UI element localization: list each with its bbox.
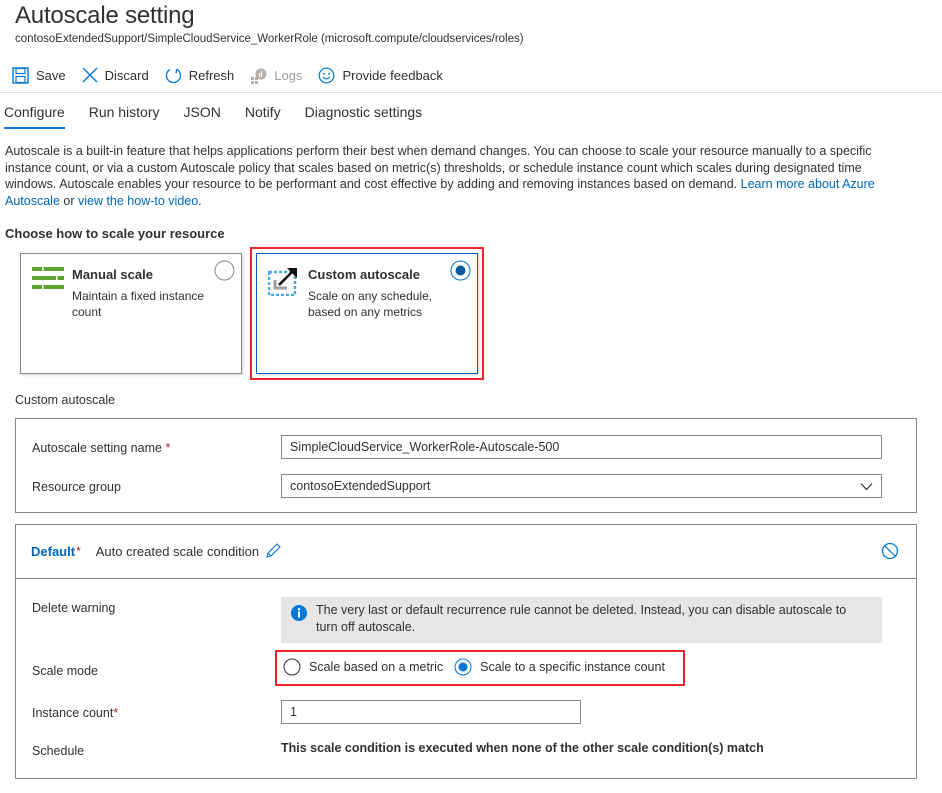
- description-end: .: [198, 193, 202, 208]
- custom-autoscale-radio[interactable]: [450, 260, 471, 281]
- manual-scale-card[interactable]: Manual scale Maintain a fixed instance c…: [20, 253, 242, 374]
- custom-autoscale-description: Scale on any schedule, based on any metr…: [308, 289, 433, 319]
- logs-button[interactable]: Logs: [250, 67, 302, 84]
- resource-group-label: Resource group: [32, 480, 121, 494]
- default-scale-condition: Default * Auto created scale condition D…: [15, 524, 917, 779]
- instance-count-input[interactable]: 1: [281, 700, 581, 724]
- toolbar: Save Discard Refresh Logs Provide feedba…: [12, 62, 459, 88]
- custom-autoscale-card[interactable]: Custom autoscale Scale on any schedule, …: [256, 253, 478, 374]
- tab-json[interactable]: JSON: [184, 100, 221, 130]
- discard-button[interactable]: Discard: [82, 67, 149, 83]
- how-to-video-link[interactable]: view the how-to video: [78, 194, 198, 208]
- feedback-label: Provide feedback: [342, 67, 443, 83]
- condition-required-marker: *: [76, 544, 81, 558]
- condition-header-divider: [16, 578, 916, 579]
- scale-mode-metric-option[interactable]: Scale based on a metric: [283, 658, 443, 676]
- toolbar-divider: [0, 92, 942, 93]
- custom-autoscale-icon: [268, 268, 297, 296]
- manual-scale-radio[interactable]: [214, 260, 235, 281]
- setting-name-label: Autoscale setting name *: [32, 441, 170, 455]
- refresh-icon: [165, 68, 181, 83]
- required-marker: *: [165, 441, 171, 455]
- description-connector: or: [59, 193, 78, 208]
- resource-group-value: contosoExtendedSupport: [290, 479, 431, 493]
- scale-mode-label: Scale mode: [32, 664, 99, 678]
- discard-label: Discard: [104, 67, 149, 83]
- custom-autoscale-title: Custom autoscale: [308, 267, 420, 282]
- save-button[interactable]: Save: [12, 66, 66, 84]
- schedule-label: Schedule: [32, 744, 85, 758]
- pencil-icon[interactable]: [265, 543, 281, 559]
- tab-bar: Configure Run history JSON Notify Diagno…: [4, 100, 446, 130]
- tab-diagnostic-settings[interactable]: Diagnostic settings: [305, 100, 423, 130]
- autoscale-description: Autoscale is a built-in feature that hel…: [5, 143, 885, 209]
- condition-name: Auto created scale condition: [95, 543, 260, 559]
- refresh-label: Refresh: [188, 67, 235, 83]
- scale-mode-radio-group: Scale based on a metric Scale to a speci…: [283, 658, 676, 676]
- autoscale-setting-name-input[interactable]: SimpleCloudService_WorkerRole-Autoscale-…: [281, 435, 882, 459]
- condition-title: Default: [31, 543, 76, 559]
- refresh-button[interactable]: Refresh: [165, 67, 235, 84]
- manual-scale-title: Manual scale: [72, 267, 153, 282]
- logs-label: Logs: [274, 67, 303, 83]
- setting-name-label-text: Autoscale setting name: [32, 441, 162, 455]
- resource-path: contosoExtendedSupport/SimpleCloudServic…: [15, 33, 524, 45]
- manual-scale-description: Maintain a fixed instance count: [72, 289, 205, 319]
- radio-unselected[interactable]: [283, 658, 301, 676]
- feedback-button[interactable]: Provide feedback: [318, 67, 443, 84]
- resource-group-select[interactable]: contosoExtendedSupport: [281, 474, 882, 498]
- delete-warning-info: The very last or default recurrence rule…: [281, 597, 882, 643]
- chevron-down-icon: [860, 483, 873, 491]
- info-icon: [291, 605, 307, 621]
- custom-autoscale-section-label: Custom autoscale: [15, 393, 116, 407]
- autoscale-settings-panel: Autoscale setting name * SimpleCloudServ…: [15, 418, 917, 513]
- scale-choice-heading: Choose how to scale your resource: [5, 226, 225, 241]
- manual-scale-icon: [32, 267, 64, 289]
- save-label: Save: [36, 67, 66, 83]
- close-icon: [82, 67, 98, 83]
- instance-count-required: *: [113, 706, 119, 720]
- scale-mode-instance-count-option[interactable]: Scale to a specific instance count: [454, 658, 665, 676]
- tab-notify[interactable]: Notify: [245, 100, 281, 130]
- delete-warning-text: The very last or default recurrence rule…: [316, 603, 847, 634]
- instance-count-label: Instance count*: [32, 706, 118, 720]
- page-title: Autoscale setting: [15, 2, 195, 29]
- condition-header: Default * Auto created scale condition: [31, 543, 281, 559]
- radio-selected[interactable]: [454, 658, 472, 676]
- delete-warning-label: Delete warning: [32, 601, 116, 615]
- smiley-icon: [319, 67, 335, 83]
- tab-configure[interactable]: Configure: [4, 100, 65, 130]
- scale-mode-instance-count-label: Scale to a specific instance count: [480, 660, 665, 674]
- schedule-text: This scale condition is executed when no…: [281, 741, 764, 755]
- instance-count-label-text: Instance count: [32, 706, 114, 720]
- tab-run-history[interactable]: Run history: [89, 100, 160, 130]
- logs-icon: [251, 68, 267, 84]
- disable-icon[interactable]: [881, 542, 899, 560]
- save-icon: [12, 66, 29, 84]
- scale-mode-metric-label: Scale based on a metric: [309, 660, 444, 674]
